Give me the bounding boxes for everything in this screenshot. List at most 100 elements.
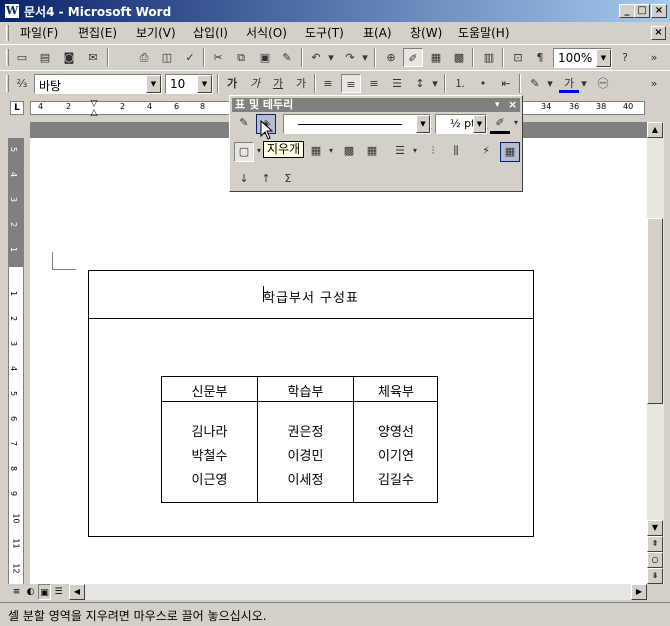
font-size-combo[interactable]: 10 ▼ xyxy=(165,74,213,94)
minimize-button[interactable]: _ xyxy=(619,4,635,18)
font-combo[interactable]: 바탕 ▼ xyxy=(34,74,162,94)
table-cell[interactable]: 이기연 xyxy=(354,445,438,464)
menu-tools[interactable]: 도구(T) xyxy=(305,25,344,42)
merge-cells-icon[interactable]: ▩ xyxy=(339,142,359,162)
table-cell[interactable]: 박철수 xyxy=(162,445,257,464)
tables-and-borders-icon[interactable]: ✐ xyxy=(403,48,423,67)
vertical-scrollbar[interactable]: ▲ ▼ ⇞ ○ ⇟ xyxy=(647,122,664,584)
align-right-icon[interactable]: ≡ xyxy=(364,74,384,93)
style-icon[interactable]: ⅔ xyxy=(12,74,32,93)
toolbar-grip[interactable] xyxy=(6,49,9,66)
table-cell[interactable]: 김길수 xyxy=(354,469,438,488)
font-color-button[interactable]: 가 xyxy=(559,74,579,93)
chevron-down-icon[interactable]: ▾ xyxy=(326,142,336,162)
chevron-down-icon[interactable]: ▼ xyxy=(146,75,161,93)
split-cells-icon[interactable]: ▦ xyxy=(362,142,382,162)
line-spacing-icon[interactable]: ↕ xyxy=(410,74,430,93)
insert-table-icon[interactable]: ▦ xyxy=(426,48,446,67)
sort-descending-icon[interactable]: ↑ xyxy=(256,170,276,190)
bold-button[interactable]: 가 xyxy=(222,74,242,93)
chevron-down-icon[interactable]: ▾ xyxy=(511,114,521,134)
table-cell[interactable]: 양영선 xyxy=(354,421,438,440)
document-close-button[interactable]: × xyxy=(651,26,666,40)
toolbar-grip[interactable] xyxy=(6,75,9,92)
distribute-rows-icon[interactable]: ⫶ xyxy=(423,142,443,162)
maximize-button[interactable]: □ xyxy=(634,4,650,18)
show-gridlines-icon[interactable]: ▦ xyxy=(500,142,520,162)
word-app-icon[interactable]: W xyxy=(4,3,20,19)
web-layout-icon[interactable]: ◐ xyxy=(24,584,37,600)
inner-table[interactable]: 신문부 학습부 체육부 김나라 박철수 이근영 권은정 이경민 이세정 양영선 … xyxy=(161,376,438,503)
bullets-icon[interactable]: • xyxy=(473,74,493,93)
indent-marker-icon[interactable]: ▽ △ xyxy=(89,100,99,118)
border-color-icon[interactable]: ✐ xyxy=(490,114,510,134)
previous-page-icon[interactable]: ⇞ xyxy=(647,536,663,552)
menu-format[interactable]: 서식(O) xyxy=(246,25,287,42)
line-style-combo[interactable]: ▼ xyxy=(283,114,431,134)
zoom-combo[interactable]: 100% ▼ xyxy=(553,48,612,68)
print-layout-icon[interactable]: ▣ xyxy=(38,584,51,600)
email-icon[interactable]: ✉ xyxy=(83,48,103,67)
chevron-down-icon[interactable]: ▾ xyxy=(430,74,440,93)
scroll-left-icon[interactable]: ◀ xyxy=(69,584,85,600)
enclosed-character-icon[interactable]: ㊀ xyxy=(593,74,613,93)
open-folder-icon[interactable]: ▤ xyxy=(35,48,55,67)
tables-and-borders-titlebar[interactable]: 표 및 테두리 ▾ × xyxy=(232,98,520,112)
outside-border-icon[interactable]: ▢ xyxy=(234,142,254,162)
table-title-row[interactable]: 학급부서 구성표 xyxy=(89,271,533,319)
paste-icon[interactable]: ▣ xyxy=(255,48,275,67)
character-shading-button[interactable]: 가 xyxy=(291,74,311,93)
menu-file[interactable]: 파일(F) xyxy=(20,25,58,42)
table-cell[interactable]: 김나라 xyxy=(162,421,257,440)
align-center-icon[interactable]: ≡ xyxy=(341,74,361,93)
print-preview-icon[interactable]: ◫ xyxy=(157,48,177,67)
menu-edit[interactable]: 편집(E) xyxy=(78,25,117,42)
distribute-columns-icon[interactable]: ⫼ xyxy=(446,142,466,162)
help-icon[interactable]: ? xyxy=(615,48,635,67)
line-weight-combo[interactable]: ½ pt ▼ xyxy=(435,114,487,134)
menu-grip[interactable] xyxy=(6,25,9,41)
close-icon[interactable]: × xyxy=(508,98,517,112)
chevron-down-icon[interactable]: ▾ xyxy=(579,74,589,93)
menu-insert[interactable]: 삽입(I) xyxy=(193,25,228,42)
align-left-icon[interactable]: ≡ xyxy=(318,74,338,93)
outer-table[interactable]: 학급부서 구성표 신문부 학습부 체육부 김나라 박철수 이근영 권은정 이경민… xyxy=(88,270,534,537)
menu-view[interactable]: 보기(V) xyxy=(136,25,176,42)
format-painter-icon[interactable]: ✎ xyxy=(277,48,297,67)
document-map-icon[interactable]: ⊡ xyxy=(508,48,528,67)
chevron-down-icon[interactable]: ▼ xyxy=(473,115,486,133)
close-button[interactable]: × xyxy=(651,4,667,18)
toolbar-options-icon[interactable]: ▾ xyxy=(495,98,500,112)
redo-dropdown-icon[interactable]: ▾ xyxy=(360,48,370,67)
toolbar-options-icon[interactable]: » xyxy=(648,48,660,67)
highlight-icon[interactable]: ✎ xyxy=(525,74,545,93)
menu-window[interactable]: 창(W) xyxy=(410,25,442,42)
scroll-up-icon[interactable]: ▲ xyxy=(647,122,663,138)
numbering-icon[interactable]: ⒈ xyxy=(450,74,470,93)
draw-table-icon[interactable]: ✎ xyxy=(234,114,254,134)
undo-icon[interactable]: ↶ xyxy=(306,48,326,67)
show-hide-icon[interactable]: ¶ xyxy=(530,48,550,67)
distribute-icon[interactable]: ☰ xyxy=(387,74,407,93)
copy-icon[interactable]: ⧉ xyxy=(231,48,251,67)
table-header-cell[interactable]: 학습부 xyxy=(258,381,353,400)
table-header-cell[interactable]: 신문부 xyxy=(162,381,257,400)
sort-ascending-icon[interactable]: ↓ xyxy=(234,170,254,190)
redo-icon[interactable]: ↷ xyxy=(340,48,360,67)
shading-color-icon[interactable]: ▦ xyxy=(306,142,326,162)
insert-excel-icon[interactable]: ▩ xyxy=(449,48,469,67)
horizontal-scrollbar[interactable] xyxy=(85,584,631,600)
table-cell[interactable]: 이근영 xyxy=(162,469,257,488)
vertical-ruler[interactable]: 5 4 3 2 1 1 2 3 4 5 6 7 8 9 10 11 12 xyxy=(8,138,24,588)
underline-button[interactable]: 가 xyxy=(268,74,288,93)
cut-icon[interactable]: ✂ xyxy=(208,48,228,67)
decrease-indent-icon[interactable]: ⇤ xyxy=(496,74,516,93)
normal-view-icon[interactable]: ≡ xyxy=(10,584,23,600)
chevron-down-icon[interactable]: ▼ xyxy=(197,75,212,93)
chevron-down-icon[interactable]: ▾ xyxy=(545,74,555,93)
select-browse-object-icon[interactable]: ○ xyxy=(647,552,663,568)
table-cell[interactable]: 이경민 xyxy=(258,445,353,464)
next-page-icon[interactable]: ⇟ xyxy=(647,568,663,584)
menu-table[interactable]: 표(A) xyxy=(363,25,392,42)
undo-dropdown-icon[interactable]: ▾ xyxy=(326,48,336,67)
